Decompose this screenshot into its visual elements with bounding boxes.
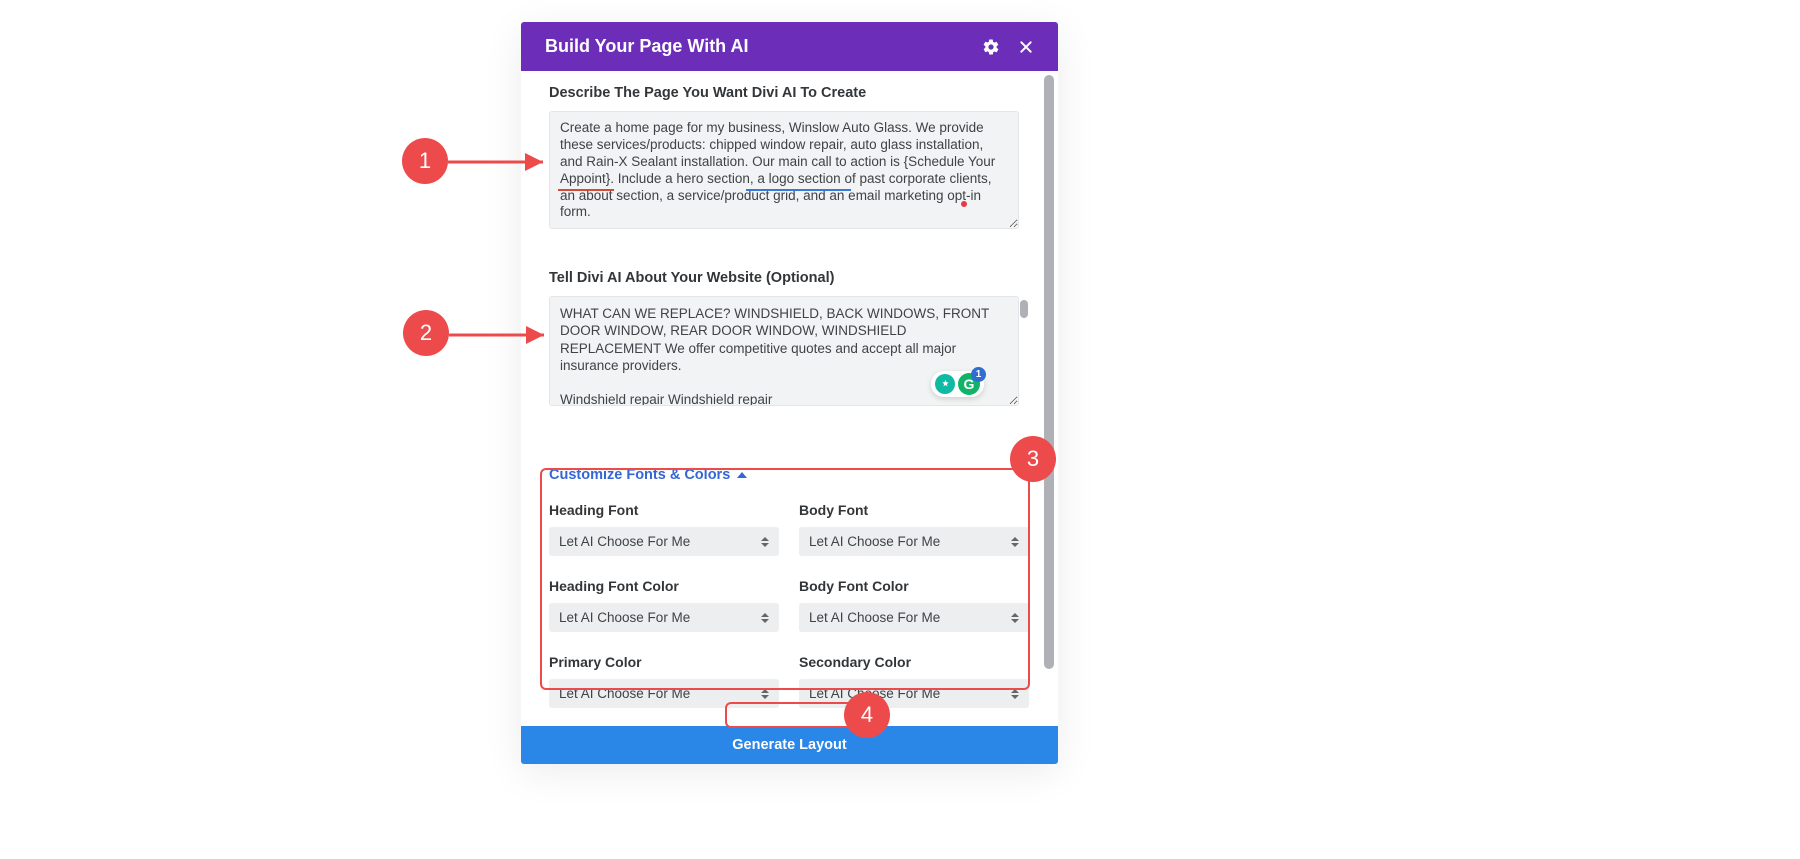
customize-fonts-colors-toggle[interactable]: Customize Fonts & Colors — [549, 467, 747, 483]
describe-label: Describe The Page You Want Divi AI To Cr… — [549, 85, 1030, 101]
select-arrows-icon — [1011, 689, 1019, 699]
header-icons — [982, 38, 1034, 56]
body-font-color-label: Body Font Color — [799, 578, 1029, 594]
assistant-badge-icon — [935, 374, 955, 394]
select-arrows-icon — [761, 537, 769, 547]
annotation-arrow-2 — [449, 325, 559, 349]
select-arrows-icon — [761, 613, 769, 623]
secondary-color-select[interactable]: Let AI Choose For Me — [799, 679, 1029, 708]
generate-layout-button[interactable]: Generate Layout — [732, 737, 846, 753]
annotation-marker-4: 4 — [844, 692, 890, 738]
ai-builder-modal: Build Your Page With AI Describe The Pag… — [521, 22, 1058, 764]
primary-color-label: Primary Color — [549, 654, 779, 670]
select-value: Let AI Choose For Me — [559, 534, 690, 549]
select-value: Let AI Choose For Me — [559, 610, 690, 625]
customize-label: Customize Fonts & Colors — [549, 467, 730, 483]
modal-header: Build Your Page With AI — [521, 22, 1058, 71]
modal-body: Describe The Page You Want Divi AI To Cr… — [521, 71, 1058, 726]
body-font-select[interactable]: Let AI Choose For Me — [799, 527, 1029, 556]
chevron-up-icon — [737, 472, 747, 478]
select-value: Let AI Choose For Me — [809, 534, 940, 549]
annotation-marker-1: 1 — [402, 138, 448, 184]
gear-icon[interactable] — [982, 38, 1000, 56]
describe-textarea[interactable] — [549, 111, 1019, 229]
select-arrows-icon — [1011, 613, 1019, 623]
heading-font-label: Heading Font — [549, 502, 779, 518]
close-icon[interactable] — [1018, 39, 1034, 55]
annotation-marker-3: 3 — [1010, 436, 1056, 482]
modal-footer: Generate Layout — [521, 726, 1058, 764]
body-font-color-select[interactable]: Let AI Choose For Me — [799, 603, 1029, 632]
secondary-color-label: Secondary Color — [799, 654, 1029, 670]
body-font-label: Body Font — [799, 502, 1029, 518]
annotation-arrow-1 — [448, 152, 558, 176]
select-arrows-icon — [1011, 537, 1019, 547]
heading-font-select[interactable]: Let AI Choose For Me — [549, 527, 779, 556]
fonts-colors-panel: Heading Font Let AI Choose For Me Body F… — [549, 502, 1030, 708]
grammarly-count-badge: 1 — [971, 367, 986, 382]
grammarly-widget[interactable]: G 1 — [931, 371, 984, 397]
select-value: Let AI Choose For Me — [809, 610, 940, 625]
heading-font-color-select[interactable]: Let AI Choose For Me — [549, 603, 779, 632]
website-label: Tell Divi AI About Your Website (Optiona… — [549, 270, 1030, 286]
modal-scrollbar[interactable] — [1046, 75, 1054, 669]
textarea-scrollbar[interactable] — [1020, 300, 1028, 318]
select-value: Let AI Choose For Me — [559, 686, 690, 701]
heading-font-color-label: Heading Font Color — [549, 578, 779, 594]
primary-color-select[interactable]: Let AI Choose For Me — [549, 679, 779, 708]
select-arrows-icon — [761, 689, 769, 699]
annotation-marker-2: 2 — [403, 310, 449, 356]
modal-title: Build Your Page With AI — [545, 36, 749, 57]
